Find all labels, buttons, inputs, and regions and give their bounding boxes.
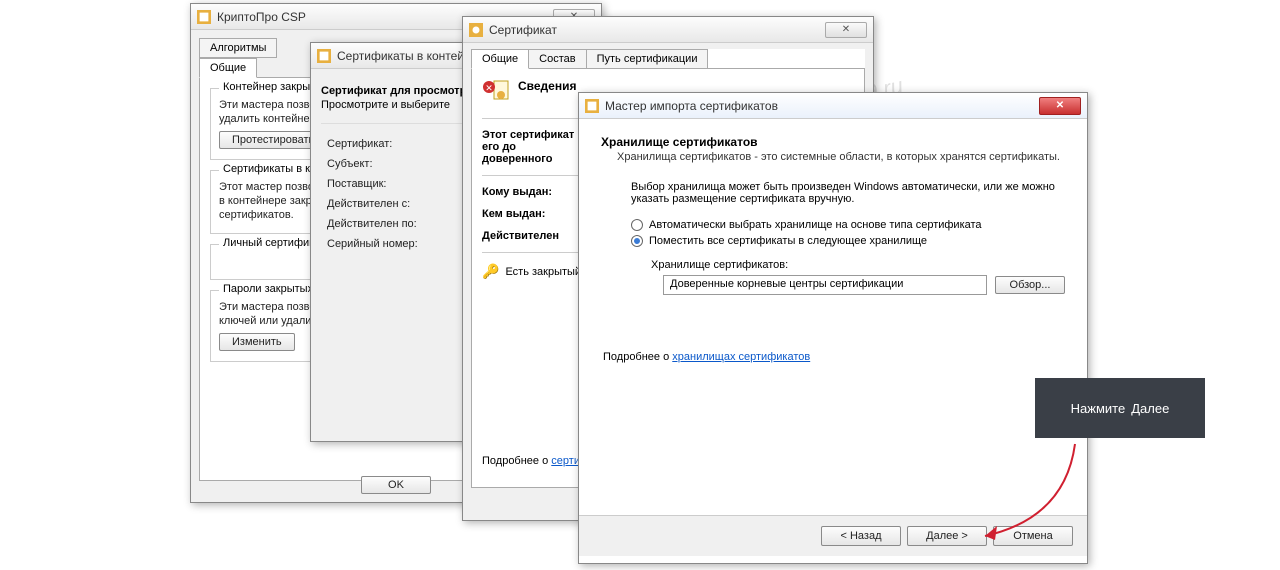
tab-general[interactable]: Общие — [471, 49, 529, 69]
has-private-key: Есть закрытый — [505, 266, 581, 278]
wizard-icon — [585, 99, 599, 113]
group-title: Пароли закрытых — [219, 283, 317, 295]
issued-to-label: Кому выдан: — [482, 186, 582, 198]
radio-label: Поместить все сертификаты в следующее хр… — [649, 235, 927, 247]
tooltip-text: Нажмите — [1071, 401, 1126, 416]
svg-text:✕: ✕ — [485, 83, 493, 93]
valid-label: Действителен — [482, 230, 582, 242]
tab-general[interactable]: Общие — [199, 58, 257, 78]
radio-icon — [631, 219, 643, 231]
close-button[interactable]: ✕ — [825, 22, 867, 38]
key-icon: 🔑 — [482, 263, 499, 280]
tooltip-text: Далее — [1131, 401, 1169, 416]
change-button[interactable]: Изменить — [219, 333, 295, 351]
app-icon — [197, 10, 211, 24]
radio-icon — [631, 235, 643, 247]
store-label: Хранилище сертификатов: — [651, 259, 1065, 271]
cancel-button[interactable]: Отмена — [993, 526, 1073, 546]
more-stores-link[interactable]: хранилищах сертификатов — [672, 351, 810, 363]
radio-manual-store[interactable]: Поместить все сертификаты в следующее хр… — [631, 235, 1065, 247]
wizard-heading: Хранилище сертификатов — [601, 135, 1065, 149]
next-button[interactable]: Далее > — [907, 526, 987, 546]
warning-cert-icon: ✕ — [482, 79, 510, 108]
certificate-store-input[interactable]: Доверенные корневые центры сертификации — [663, 275, 987, 295]
trust-text: Этот сертификат — [482, 129, 582, 141]
tooltip-hint: Нажмите Далее — [1035, 378, 1205, 438]
titlebar[interactable]: Мастер импорта сертификатов ✕ — [579, 93, 1087, 119]
tab-algorithms[interactable]: Алгоритмы — [199, 38, 277, 58]
ok-button[interactable]: OK — [361, 476, 431, 494]
more-label: Подробнее о — [482, 455, 551, 467]
trust-text: его до доверенного — [482, 141, 582, 165]
more-label: Подробнее о — [603, 351, 672, 363]
window-import-wizard: Мастер импорта сертификатов ✕ Хранилище … — [578, 92, 1088, 564]
certificate-icon — [469, 23, 483, 37]
tab-details[interactable]: Состав — [528, 49, 586, 69]
tab-cert-path[interactable]: Путь сертификации — [586, 49, 709, 69]
titlebar[interactable]: Сертификат ✕ — [463, 17, 873, 43]
close-button[interactable]: ✕ — [1039, 97, 1081, 115]
window-title: Мастер импорта сертификатов — [605, 99, 1039, 113]
wizard-description: Выбор хранилища может быть произведен Wi… — [631, 181, 1065, 205]
radio-auto-store[interactable]: Автоматически выбрать хранилище на основ… — [631, 219, 1065, 231]
cert-info-title: Сведения — [518, 79, 576, 93]
radio-label: Автоматически выбрать хранилище на основ… — [649, 219, 982, 231]
browse-button[interactable]: Обзор... — [995, 276, 1065, 294]
issued-by-label: Кем выдан: — [482, 208, 582, 220]
back-button[interactable]: < Назад — [821, 526, 901, 546]
wizard-subtext: Хранилища сертификатов - это системные о… — [617, 151, 1065, 163]
app-icon — [317, 49, 331, 63]
window-title: Сертификат — [489, 23, 825, 37]
